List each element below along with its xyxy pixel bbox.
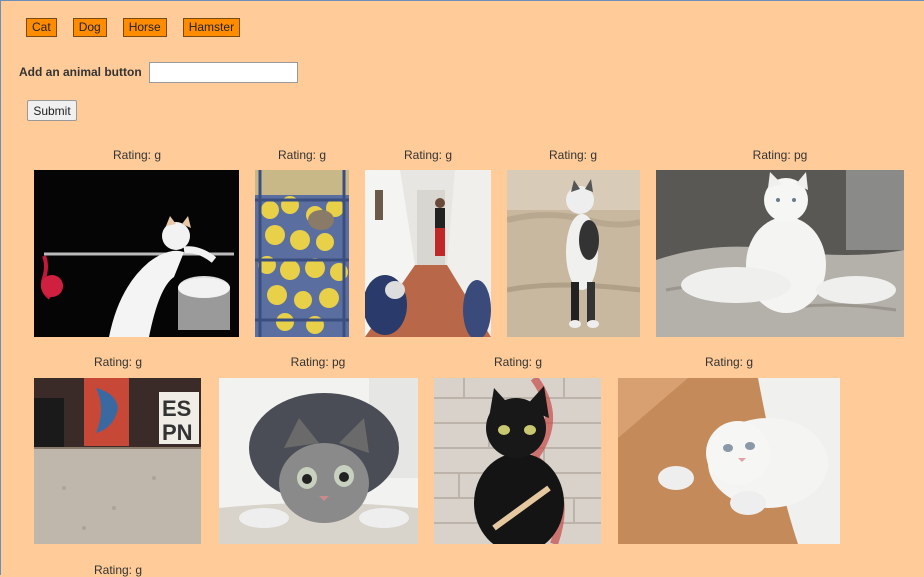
gif-image xyxy=(219,378,418,544)
gif-image xyxy=(34,170,239,337)
dog-button[interactable]: Dog xyxy=(72,18,107,37)
gif-image xyxy=(255,170,349,337)
gif-image xyxy=(618,378,840,544)
gif-image: ES PN xyxy=(34,378,201,544)
cat-button[interactable]: Cat xyxy=(26,18,57,37)
espn-poster-text: PN xyxy=(162,420,193,445)
horse-button[interactable]: Horse xyxy=(122,18,167,37)
animal-button-row: Cat Dog Horse Hamster xyxy=(26,18,256,37)
gif-image xyxy=(507,170,640,337)
gif-rating: Rating: pg xyxy=(752,148,808,162)
espn-poster-text: ES xyxy=(162,396,191,421)
add-animal-label: Add an animal button xyxy=(19,65,142,79)
add-animal-input[interactable] xyxy=(149,62,298,83)
gif-rating: Rating: g xyxy=(277,148,327,162)
gif-rating: Rating: g xyxy=(493,355,543,369)
gif-rating: Rating: pg xyxy=(290,355,346,369)
hamster-button[interactable]: Hamster xyxy=(182,18,241,37)
gif-rating: Rating: g xyxy=(403,148,453,162)
submit-button[interactable]: Submit xyxy=(27,100,77,121)
gif-rating: Rating: g xyxy=(548,148,598,162)
gif-image xyxy=(656,170,904,337)
gif-rating: Rating: g xyxy=(93,355,143,369)
gif-rating: Rating: g xyxy=(112,148,162,162)
gif-rating: Rating: g xyxy=(704,355,754,369)
gif-image xyxy=(434,378,601,544)
gif-image xyxy=(365,170,491,337)
